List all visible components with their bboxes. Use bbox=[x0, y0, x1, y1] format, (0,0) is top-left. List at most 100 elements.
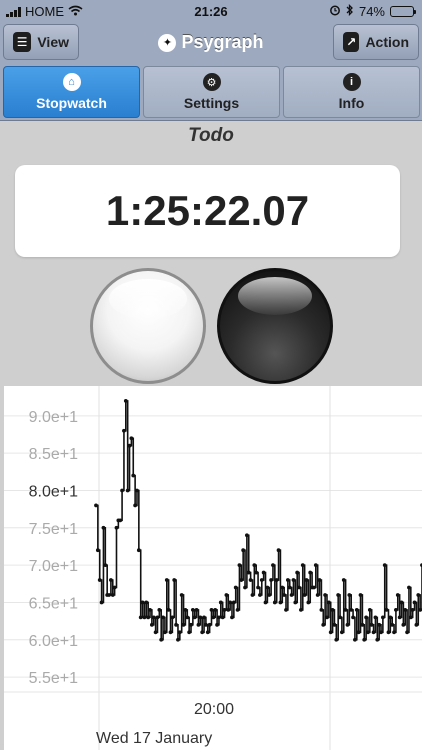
data-point bbox=[356, 630, 361, 635]
data-point bbox=[358, 593, 363, 597]
y-tick-label: 6.0e+1 bbox=[29, 633, 78, 650]
data-point bbox=[315, 593, 320, 597]
data-point bbox=[133, 503, 138, 508]
event-chart[interactable]: 9.0e+1 8.5e+1 8.0e+1 7.5e+1 7.0e+1 6.5e+1 6.0e… bbox=[4, 386, 422, 750]
data-point bbox=[166, 608, 171, 612]
data-point bbox=[414, 622, 419, 627]
data-point bbox=[125, 488, 130, 493]
data-point bbox=[276, 548, 281, 553]
data-point bbox=[416, 593, 421, 597]
data-point bbox=[375, 637, 380, 642]
data-point bbox=[364, 615, 369, 620]
data-point bbox=[176, 637, 180, 642]
data-point bbox=[198, 615, 203, 620]
data-point bbox=[380, 615, 385, 620]
data-point bbox=[403, 608, 408, 612]
data-point bbox=[204, 622, 208, 627]
data-point bbox=[306, 600, 311, 605]
data-point bbox=[285, 578, 290, 582]
tab-stopwatch[interactable]: ⌂ Stopwatch bbox=[3, 66, 140, 118]
tab-bar: ⌂ Stopwatch ⚙ Settings i Info bbox=[0, 64, 422, 121]
data-point bbox=[177, 630, 182, 635]
data-point bbox=[183, 608, 188, 612]
data-point bbox=[299, 608, 303, 612]
data-point bbox=[170, 615, 175, 620]
data-point bbox=[325, 615, 329, 620]
data-point bbox=[163, 630, 167, 635]
data-point bbox=[241, 548, 246, 553]
data-point bbox=[373, 615, 378, 620]
data-point bbox=[196, 622, 201, 627]
data-point bbox=[218, 600, 223, 605]
data-point bbox=[401, 622, 406, 627]
data-point bbox=[397, 615, 402, 620]
data-point bbox=[351, 615, 355, 620]
data-point bbox=[371, 630, 376, 635]
data-point bbox=[246, 570, 251, 575]
data-point bbox=[181, 622, 186, 627]
chart-svg: 9.0e+1 8.5e+1 8.0e+1 7.5e+1 7.0e+1 6.5e+1 6.0e… bbox=[4, 386, 422, 750]
stop-button[interactable] bbox=[217, 268, 333, 384]
data-point bbox=[179, 593, 184, 597]
data-point bbox=[149, 622, 154, 627]
stopwatch-display: 1:25:22.07 bbox=[15, 165, 400, 257]
tab-label: Stopwatch bbox=[36, 95, 107, 111]
share-icon: ↗ bbox=[343, 32, 360, 52]
data-point bbox=[243, 585, 247, 590]
data-point bbox=[205, 630, 210, 635]
data-point bbox=[408, 615, 413, 620]
data-point bbox=[155, 615, 160, 620]
alarm-icon bbox=[329, 4, 341, 19]
data-point bbox=[239, 578, 244, 582]
data-point bbox=[140, 600, 145, 605]
data-point bbox=[200, 630, 205, 635]
data-point bbox=[410, 608, 415, 612]
data-point bbox=[159, 637, 164, 642]
series-line bbox=[96, 400, 422, 641]
data-point bbox=[274, 578, 279, 582]
data-point bbox=[300, 563, 305, 568]
data-point bbox=[118, 518, 123, 523]
action-button[interactable]: ↗ Action bbox=[333, 24, 419, 60]
data-point bbox=[129, 436, 134, 441]
tab-label: Settings bbox=[183, 95, 240, 111]
data-point bbox=[354, 608, 359, 612]
data-point bbox=[369, 622, 374, 627]
data-point bbox=[94, 503, 98, 508]
data-point bbox=[313, 563, 318, 568]
data-point bbox=[334, 637, 339, 642]
data-point bbox=[343, 608, 348, 612]
tab-settings[interactable]: ⚙ Settings bbox=[143, 66, 280, 118]
start-button[interactable] bbox=[90, 268, 206, 384]
data-point bbox=[101, 525, 106, 530]
data-point bbox=[120, 488, 124, 493]
data-point bbox=[377, 622, 382, 627]
data-point bbox=[224, 593, 229, 597]
info-icon: i bbox=[342, 73, 361, 91]
y-tick-label: 8.0e+1 bbox=[29, 483, 78, 500]
data-point bbox=[293, 600, 298, 605]
tab-info[interactable]: i Info bbox=[283, 66, 420, 118]
data-point bbox=[267, 593, 272, 597]
data-point bbox=[291, 578, 296, 582]
data-point bbox=[317, 578, 322, 582]
y-tick-label: 9.0e+1 bbox=[29, 409, 78, 426]
battery-percent: 74% bbox=[358, 4, 385, 19]
data-point bbox=[284, 608, 288, 612]
data-point bbox=[233, 585, 238, 590]
data-point bbox=[282, 593, 287, 597]
data-point bbox=[304, 578, 309, 582]
data-point bbox=[207, 622, 212, 627]
data-point bbox=[367, 608, 372, 612]
data-point bbox=[248, 578, 253, 582]
data-point bbox=[112, 585, 117, 590]
data-point bbox=[388, 615, 393, 620]
data-point bbox=[97, 578, 102, 582]
data-point bbox=[136, 548, 141, 553]
data-point bbox=[99, 600, 104, 605]
data-point bbox=[142, 615, 147, 620]
data-point bbox=[209, 608, 214, 612]
data-point bbox=[144, 600, 149, 605]
data-point bbox=[319, 608, 324, 612]
status-right: 74% bbox=[329, 3, 416, 19]
